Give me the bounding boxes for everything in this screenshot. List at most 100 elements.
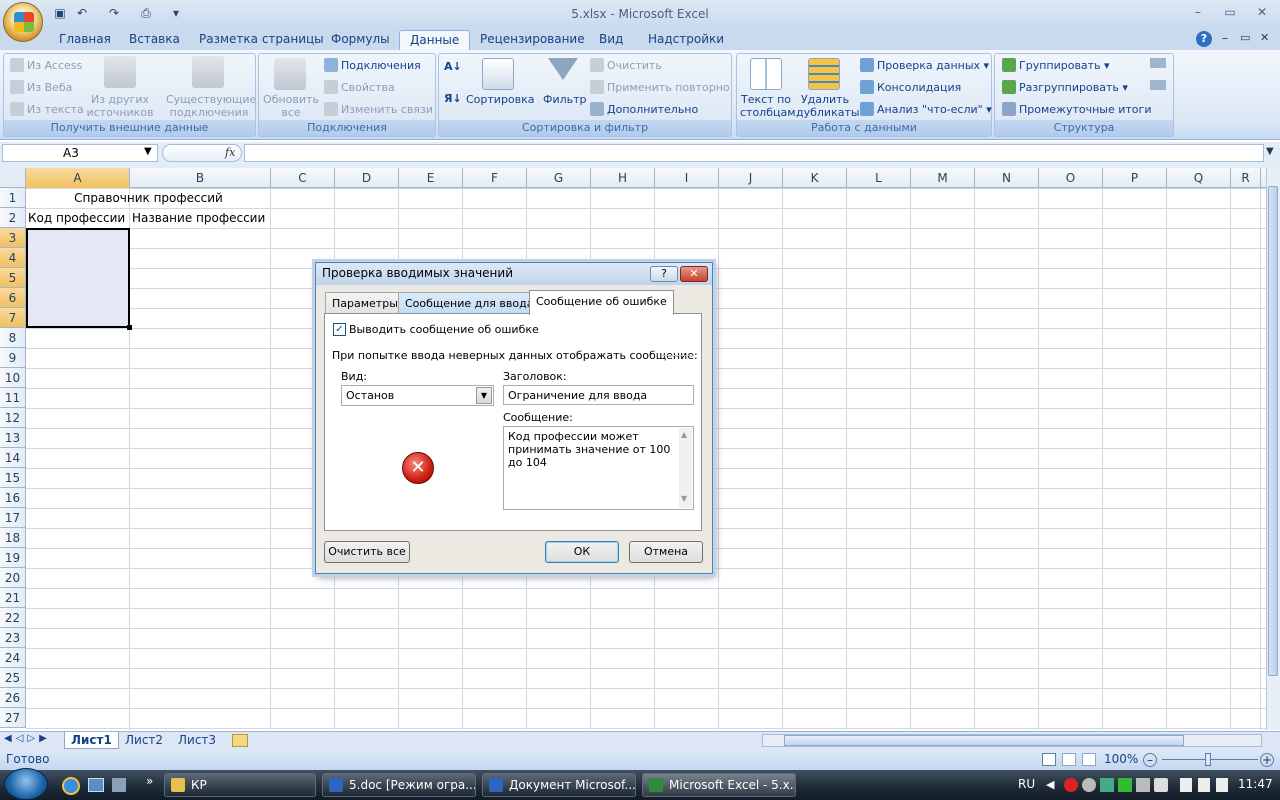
sheet-tab-3[interactable]: Лист3 bbox=[172, 732, 222, 749]
row-header-1[interactable]: 1 bbox=[0, 188, 26, 208]
what-if-button[interactable]: Анализ "что-если" ▾ bbox=[860, 102, 992, 116]
column-header-p[interactable]: P bbox=[1103, 168, 1167, 188]
row-header-16[interactable]: 16 bbox=[0, 488, 26, 508]
horizontal-scroll-thumb[interactable] bbox=[784, 735, 1184, 746]
column-header-l[interactable]: L bbox=[847, 168, 911, 188]
column-header-g[interactable]: G bbox=[527, 168, 591, 188]
remove-duplicates-button[interactable]: Удалить дубликаты bbox=[796, 93, 860, 119]
show-error-checkbox[interactable]: ✓ bbox=[333, 323, 346, 336]
edit-links-button[interactable]: Изменить связи bbox=[324, 102, 433, 116]
advanced-filter-button[interactable]: Дополнительно bbox=[590, 102, 698, 116]
column-header-f[interactable]: F bbox=[463, 168, 527, 188]
from-access-button[interactable]: Из Access bbox=[10, 58, 82, 72]
scroll-down-icon[interactable]: ▼ bbox=[681, 494, 687, 503]
tray-network-icon[interactable] bbox=[1100, 778, 1114, 792]
row-header-6[interactable]: 6 bbox=[0, 288, 26, 308]
subtotal-button[interactable]: Промежуточные итоги bbox=[1002, 102, 1151, 116]
restore-icon[interactable]: ▭ bbox=[1220, 5, 1240, 21]
show-desktop-icon[interactable] bbox=[88, 778, 104, 792]
tab-data[interactable]: Данные bbox=[399, 30, 471, 50]
row-header-11[interactable]: 11 bbox=[0, 388, 26, 408]
sheet-nav-icon[interactable]: ◀◁▷▶ bbox=[4, 733, 51, 744]
error-message-textarea[interactable]: Код профессии может принимать значение о… bbox=[503, 426, 694, 510]
row-header-21[interactable]: 21 bbox=[0, 588, 26, 608]
column-header-n[interactable]: N bbox=[975, 168, 1039, 188]
sheet-tab-2[interactable]: Лист2 bbox=[119, 732, 169, 749]
existing-connections-button[interactable]: Существующие подключения bbox=[166, 93, 256, 119]
style-dropdown-icon[interactable]: ▼ bbox=[476, 387, 492, 404]
help-icon[interactable]: ? bbox=[1196, 31, 1212, 47]
dialog-close-icon[interactable]: ✕ bbox=[680, 266, 708, 282]
consolidate-button[interactable]: Консолидация bbox=[860, 80, 961, 94]
row-header-13[interactable]: 13 bbox=[0, 428, 26, 448]
filter-button[interactable]: Фильтр bbox=[543, 93, 587, 106]
page-break-view-icon[interactable] bbox=[1082, 753, 1096, 766]
vertical-scroll-thumb[interactable] bbox=[1268, 186, 1278, 676]
column-header-m[interactable]: M bbox=[911, 168, 975, 188]
zoom-out-icon[interactable]: – bbox=[1143, 753, 1157, 767]
row-header-18[interactable]: 18 bbox=[0, 528, 26, 548]
tray-misc-icon[interactable] bbox=[1136, 778, 1150, 792]
minimize-icon[interactable]: – bbox=[1188, 5, 1208, 21]
column-header-d[interactable]: D bbox=[335, 168, 399, 188]
sort-az-icon[interactable]: A↓ bbox=[444, 60, 462, 73]
row-header-20[interactable]: 20 bbox=[0, 568, 26, 588]
taskbar-item-word-new[interactable]: Документ Microsof... bbox=[482, 773, 636, 797]
row-header-19[interactable]: 19 bbox=[0, 548, 26, 568]
expand-formula-icon[interactable]: ▼ bbox=[1266, 146, 1274, 157]
tray-usb-icon[interactable] bbox=[1198, 778, 1210, 792]
close-icon[interactable]: ✕ bbox=[1252, 5, 1272, 21]
row-header-9[interactable]: 9 bbox=[0, 348, 26, 368]
ie-icon[interactable] bbox=[62, 777, 80, 795]
row-header-12[interactable]: 12 bbox=[0, 408, 26, 428]
refresh-all-button[interactable]: Обновить все bbox=[262, 93, 320, 119]
formula-input[interactable] bbox=[244, 144, 1264, 162]
tab-addins[interactable]: Надстройки bbox=[638, 30, 734, 50]
tray-app-icon[interactable] bbox=[1082, 778, 1096, 792]
sheet-tab-1[interactable]: Лист1 bbox=[64, 732, 119, 749]
from-web-button[interactable]: Из Веба bbox=[10, 80, 72, 94]
data-validation-button[interactable]: Проверка данных ▾ bbox=[860, 58, 989, 72]
error-title-input[interactable]: Ограничение для ввода bbox=[503, 385, 694, 405]
name-box-dropdown-icon[interactable]: ▼ bbox=[144, 146, 152, 157]
hide-detail-icon[interactable] bbox=[1150, 80, 1166, 90]
office-button[interactable] bbox=[3, 2, 43, 42]
tray-antivirus-icon[interactable] bbox=[1064, 778, 1078, 792]
row-header-2[interactable]: 2 bbox=[0, 208, 26, 228]
row-header-22[interactable]: 22 bbox=[0, 608, 26, 628]
column-header-h[interactable]: H bbox=[591, 168, 655, 188]
tab-view[interactable]: Вид bbox=[589, 30, 633, 50]
column-header-k[interactable]: K bbox=[783, 168, 847, 188]
quicklaunch-more-icon[interactable]: » bbox=[146, 774, 153, 788]
insert-sheet-icon[interactable] bbox=[232, 734, 248, 747]
properties-button[interactable]: Свойства bbox=[324, 80, 395, 94]
clear-all-button[interactable]: Очистить все bbox=[324, 541, 410, 563]
row-header-26[interactable]: 26 bbox=[0, 688, 26, 708]
name-box[interactable]: A3 bbox=[2, 144, 158, 162]
row-header-10[interactable]: 10 bbox=[0, 368, 26, 388]
group-button[interactable]: Группировать ▾ bbox=[1002, 58, 1110, 72]
row-header-25[interactable]: 25 bbox=[0, 668, 26, 688]
cancel-button[interactable]: Отмена bbox=[629, 541, 703, 563]
taskbar-item-excel[interactable]: Microsoft Excel - 5.x... bbox=[642, 773, 796, 797]
switch-windows-icon[interactable] bbox=[112, 778, 126, 792]
fill-handle[interactable] bbox=[127, 325, 132, 330]
column-header-c[interactable]: C bbox=[271, 168, 335, 188]
dialog-tab-input-message[interactable]: Сообщение для ввода bbox=[398, 292, 541, 314]
row-header-4[interactable]: 4 bbox=[0, 248, 26, 268]
normal-view-icon[interactable] bbox=[1042, 753, 1056, 766]
taskbar-item-kr[interactable]: КР bbox=[164, 773, 316, 797]
sort-za-icon[interactable]: Я↓ bbox=[444, 92, 462, 105]
tab-formulas[interactable]: Формулы bbox=[321, 30, 400, 50]
clear-filter-button[interactable]: Очистить bbox=[590, 58, 662, 72]
tab-page-layout[interactable]: Разметка страницы bbox=[189, 30, 334, 50]
cell-a1[interactable]: Справочник профессий bbox=[26, 188, 271, 208]
select-all-corner[interactable] bbox=[0, 168, 26, 188]
reapply-button[interactable]: Применить повторно bbox=[590, 80, 730, 94]
tray-sound-icon[interactable] bbox=[1154, 778, 1168, 792]
row-header-23[interactable]: 23 bbox=[0, 628, 26, 648]
show-detail-icon[interactable] bbox=[1150, 58, 1166, 68]
from-text-button[interactable]: Из текста bbox=[10, 102, 84, 116]
tray-power-icon[interactable] bbox=[1216, 778, 1228, 792]
ribbon-minimize-icon[interactable]: – bbox=[1222, 31, 1228, 45]
